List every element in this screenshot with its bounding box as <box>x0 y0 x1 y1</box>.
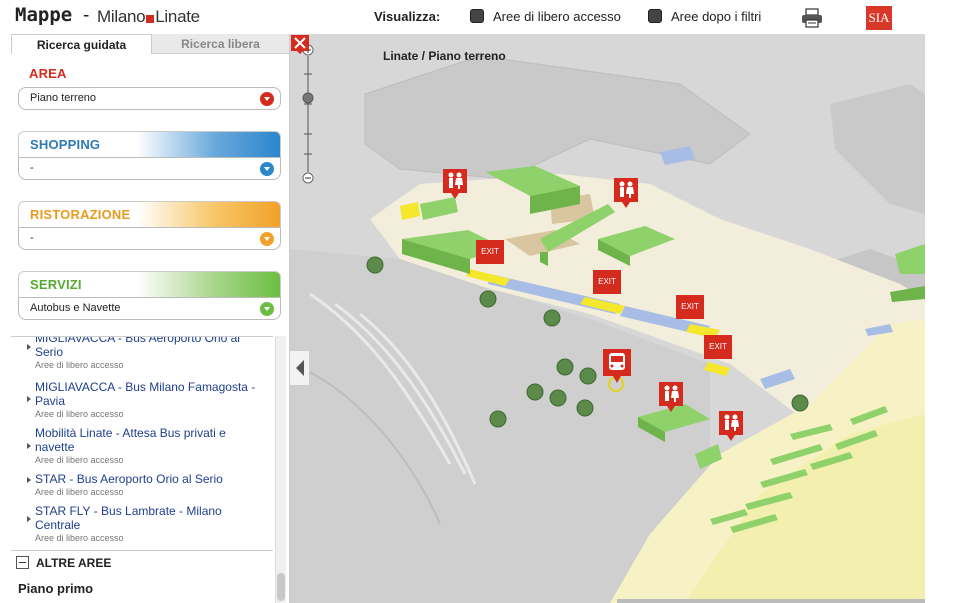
exit-marker[interactable]: EXIT <box>476 240 504 264</box>
altre-aree-row[interactable]: ALTRE AREE <box>11 550 273 575</box>
title-separator: - <box>83 5 90 26</box>
caret-right-icon <box>27 443 31 449</box>
printer-icon[interactable] <box>801 8 823 28</box>
tab-free-search[interactable]: Ricerca libera <box>152 34 289 54</box>
search-tabs: Ricerca guidata Ricerca libera <box>11 34 289 54</box>
after-filters-label[interactable]: Aree dopo i filtri <box>671 9 761 24</box>
map-title: Linate / Piano terreno <box>383 49 506 63</box>
exit-label: EXIT <box>681 302 699 311</box>
list-item[interactable]: MIGLIAVACCA - Bus Milano Famagosta - Pav… <box>27 380 267 419</box>
result-area: Aree di libero accesso <box>35 455 124 465</box>
caret-right-icon <box>27 396 31 402</box>
piano-primo-link[interactable]: Piano primo <box>18 581 93 596</box>
collapse-icon[interactable] <box>16 556 29 569</box>
ristorazione-title: RISTORAZIONE <box>30 207 131 222</box>
sidebar: Ricerca guidata Ricerca libera AREA Pian… <box>11 34 290 603</box>
airport-logo-name: Linate <box>155 7 200 26</box>
map-view[interactable]: Linate / Piano terreno EXIT EXIT EXIT EX… <box>290 34 925 603</box>
list-item[interactable]: MIGLIAVACCA - Bus Aeroporto Orio al Seri… <box>27 337 267 370</box>
chevron-down-icon[interactable] <box>260 302 274 316</box>
app-title: Mappe <box>15 4 73 26</box>
map-horizontal-scrollbar[interactable] <box>617 599 925 603</box>
servizi-section-header: SERVIZI <box>18 271 281 297</box>
shopping-section-header: SHOPPING <box>18 131 281 157</box>
free-access-label[interactable]: Aree di libero accesso <box>493 9 621 24</box>
exit-marker[interactable]: EXIT <box>593 270 621 294</box>
sia-logo: SIA <box>866 6 892 30</box>
result-area: Aree di libero accesso <box>35 487 124 497</box>
exit-label: EXIT <box>481 247 499 256</box>
tab-guided-search[interactable]: Ricerca guidata <box>11 34 152 54</box>
caret-right-icon <box>27 344 31 350</box>
altre-aree-label[interactable]: ALTRE AREE <box>36 556 111 570</box>
toilets-icon[interactable] <box>718 410 744 442</box>
chevron-down-icon[interactable] <box>260 92 274 106</box>
exit-label: EXIT <box>709 342 727 351</box>
zoom-slider[interactable] <box>300 44 316 184</box>
result-area: Aree di libero accesso <box>35 409 124 419</box>
after-filters-checkbox[interactable] <box>648 9 662 23</box>
collapse-sidebar-button[interactable] <box>290 350 310 386</box>
results-scrollbar[interactable] <box>275 336 286 603</box>
servizi-title: SERVIZI <box>30 277 82 292</box>
area-section-header: AREA <box>18 61 281 87</box>
airport-logo-city: Milano <box>97 7 146 26</box>
exit-label: EXIT <box>598 277 616 286</box>
shopping-title: SHOPPING <box>30 137 101 152</box>
result-area: Aree di libero accesso <box>35 360 124 370</box>
toilets-icon[interactable] <box>613 177 639 209</box>
exit-marker[interactable]: EXIT <box>704 335 732 359</box>
result-name[interactable]: MIGLIAVACCA - Bus Milano Famagosta - Pav… <box>35 380 267 408</box>
bus-icon[interactable] <box>602 348 632 384</box>
servizi-dropdown[interactable]: Autobus e Navette <box>18 297 281 320</box>
area-title: AREA <box>29 66 67 81</box>
ristorazione-dropdown[interactable]: - <box>18 227 281 250</box>
result-name[interactable]: Mobilità Linate - Attesa Bus privati e n… <box>35 426 267 454</box>
exit-marker[interactable]: EXIT <box>676 295 704 319</box>
results-list: MIGLIAVACCA - Bus Aeroporto Orio al Seri… <box>11 336 273 549</box>
shopping-dropdown-value: - <box>30 162 34 174</box>
caret-right-icon <box>27 516 31 522</box>
result-area: Aree di libero accesso <box>35 533 124 543</box>
ristorazione-dropdown-value: - <box>30 232 34 244</box>
chevron-down-icon[interactable] <box>260 232 274 246</box>
toilets-icon[interactable] <box>442 168 468 200</box>
area-dropdown[interactable]: Piano terreno <box>18 87 281 110</box>
result-name[interactable]: STAR - Bus Aeroporto Orio al Serio <box>35 472 267 486</box>
result-name[interactable]: MIGLIAVACCA - Bus Aeroporto Orio al Seri… <box>35 337 267 359</box>
close-icon[interactable] <box>290 34 310 54</box>
app-header: Mappe - Milano Linate Visualizza: Aree di… <box>0 0 957 34</box>
toilets-icon[interactable] <box>658 381 684 413</box>
ristorazione-section-header: RISTORAZIONE <box>18 201 281 227</box>
logo-dot <box>146 15 155 23</box>
list-item[interactable]: STAR FLY - Bus Lambrate - Milano Central… <box>27 504 267 543</box>
caret-right-icon <box>27 477 31 483</box>
list-item[interactable]: STAR - Bus Aeroporto Orio al Serio Aree … <box>27 472 267 497</box>
shopping-dropdown[interactable]: - <box>18 157 281 180</box>
airport-logo: Milano Linate <box>97 7 200 27</box>
map-canvas[interactable] <box>290 34 925 603</box>
list-item[interactable]: Mobilità Linate - Attesa Bus privati e n… <box>27 426 267 465</box>
visualizza-label: Visualizza: <box>374 9 441 24</box>
scrollbar-thumb[interactable] <box>277 573 285 601</box>
servizi-dropdown-value: Autobus e Navette <box>30 302 121 314</box>
free-access-checkbox[interactable] <box>470 9 484 23</box>
result-name[interactable]: STAR FLY - Bus Lambrate - Milano Central… <box>35 504 267 532</box>
chevron-down-icon[interactable] <box>260 162 274 176</box>
area-dropdown-value: Piano terreno <box>30 92 97 104</box>
